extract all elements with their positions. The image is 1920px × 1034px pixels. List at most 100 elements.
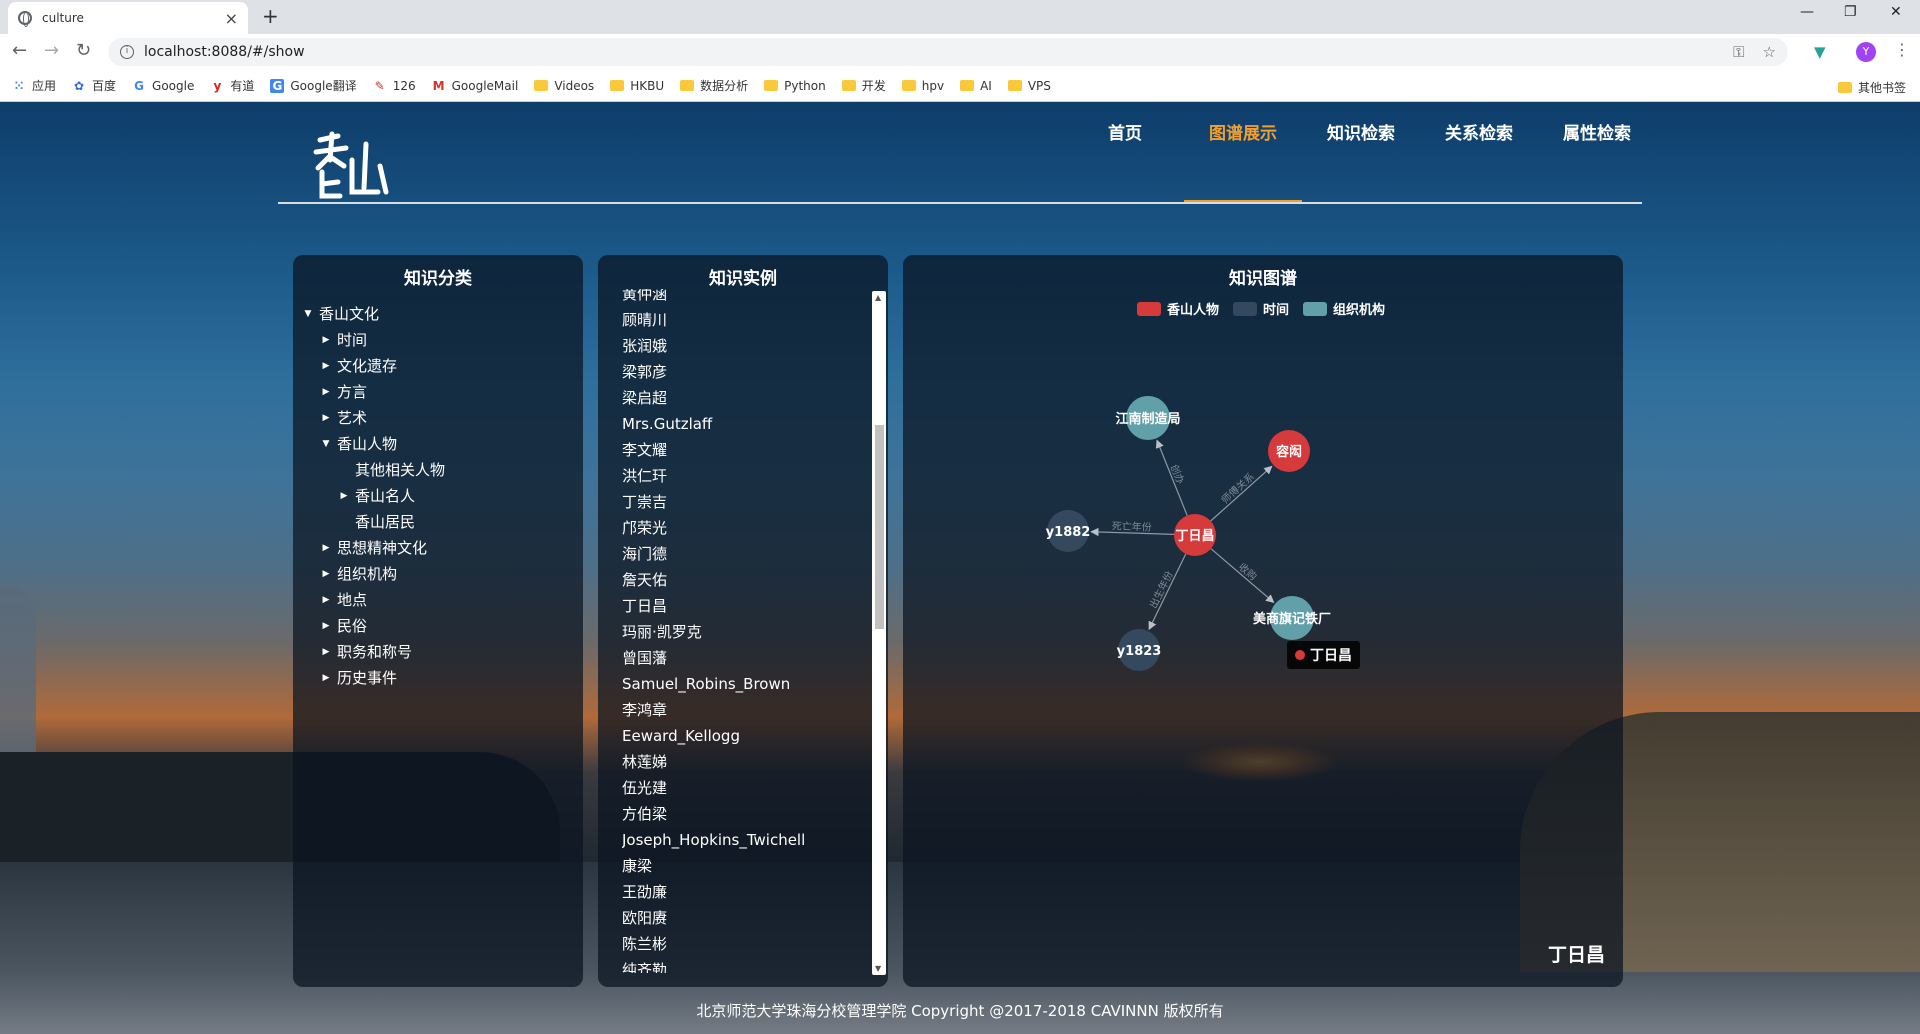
bookmark-videos[interactable]: Videos — [534, 79, 594, 93]
nav-attribute-search[interactable]: 属性检索 — [1538, 102, 1656, 204]
vue-devtools-icon[interactable]: ▼ — [1814, 43, 1826, 61]
reload-icon[interactable]: ↻ — [76, 40, 91, 61]
knowledge-graph[interactable]: 创办 师傅关系死亡年份出生年份 收购丁日昌江南制造局容闳y1882y1823美商旗记… — [903, 255, 1623, 987]
bookmark-hkbu[interactable]: HKBU — [610, 79, 664, 93]
bookmark-google[interactable]: G Google — [132, 79, 194, 93]
tree-item[interactable]: 香山居民 — [301, 509, 445, 535]
site-logo[interactable] — [312, 130, 392, 202]
instance-item[interactable]: 顾晴川 — [622, 307, 852, 333]
caret-right-icon[interactable]: ▶ — [319, 535, 333, 561]
instance-item[interactable]: 纯齐勒 — [622, 957, 852, 973]
tree-item[interactable]: ▶ 职务和称号 — [301, 639, 445, 665]
tree-item[interactable]: ▶ 民俗 — [301, 613, 445, 639]
tab-close-icon[interactable]: × — [225, 9, 238, 28]
instance-item[interactable]: 梁启超 — [622, 385, 852, 411]
instance-item[interactable]: 康梁 — [622, 853, 852, 879]
instance-item[interactable]: 李鸿章 — [622, 697, 852, 723]
instance-item[interactable]: 洪仁玕 — [622, 463, 852, 489]
tree-item[interactable]: ▼ 香山人物 — [301, 431, 445, 457]
bookmark-dev[interactable]: 开发 — [841, 77, 886, 94]
tree-item[interactable]: ▶ 历史事件 — [301, 665, 445, 691]
instance-item[interactable]: Mrs.Gutzlaff — [622, 411, 852, 437]
address-bar[interactable]: i localhost:8088/#/show ⚿ ☆ — [108, 38, 1788, 66]
bookmark-youdao[interactable]: y 有道 — [210, 77, 254, 94]
tree-item[interactable]: ▶ 香山名人 — [301, 483, 445, 509]
star-icon[interactable]: ☆ — [1763, 43, 1776, 61]
bookmark-other[interactable]: 其他书签 — [1837, 79, 1906, 96]
nav-knowledge-search[interactable]: 知识检索 — [1302, 102, 1420, 204]
tree-item[interactable]: ▶ 时间 — [301, 327, 445, 353]
instance-item[interactable]: 丁崇吉 — [622, 489, 852, 515]
instance-item[interactable]: 丁日昌 — [622, 593, 852, 619]
bookmark-hpv[interactable]: hpv — [901, 79, 944, 93]
caret-right-icon[interactable]: ▶ — [319, 327, 333, 353]
caret-right-icon[interactable]: ▶ — [319, 379, 333, 405]
instance-item[interactable]: 玛丽·凯罗克 — [622, 619, 852, 645]
tree-item[interactable]: ▶ 方言 — [301, 379, 445, 405]
caret-right-icon[interactable]: ▶ — [319, 405, 333, 431]
minimize-icon[interactable]: — — [1800, 4, 1814, 20]
tree-item[interactable]: ▶ 地点 — [301, 587, 445, 613]
instance-item[interactable]: 邝荣光 — [622, 515, 852, 541]
caret-right-icon[interactable]: ▶ — [319, 613, 333, 639]
instance-item[interactable]: 林莲娣 — [622, 749, 852, 775]
instance-item[interactable]: 梁郭彦 — [622, 359, 852, 385]
instance-item[interactable]: 陈兰彬 — [622, 931, 852, 957]
graph-edge[interactable] — [1210, 465, 1273, 522]
caret-right-icon[interactable]: ▶ — [337, 483, 351, 509]
instance-item[interactable]: Eeward_Kellogg — [622, 723, 852, 749]
caret-right-icon[interactable]: ▶ — [319, 353, 333, 379]
bookmark-data-analysis[interactable]: 数据分析 — [680, 77, 748, 94]
scroll-down-icon[interactable]: ▼ — [875, 964, 881, 973]
instance-item[interactable]: 詹天佑 — [622, 567, 852, 593]
caret-right-icon[interactable]: ▶ — [319, 639, 333, 665]
instance-item[interactable]: 方伯梁 — [622, 801, 852, 827]
bookmark-gmail[interactable]: M GoogleMail — [432, 79, 519, 93]
scroll-thumb[interactable] — [875, 425, 884, 629]
bookmark-python[interactable]: Python — [764, 79, 826, 93]
tree-item[interactable]: ▼ 香山文化 — [301, 301, 445, 327]
bookmark-vps[interactable]: VPS — [1007, 79, 1051, 93]
instance-item[interactable]: 张润娥 — [622, 333, 852, 359]
nav-graph-display[interactable]: 图谱展示 — [1184, 102, 1302, 202]
instance-item[interactable]: 李文耀 — [622, 437, 852, 463]
instance-item[interactable]: 伍光建 — [622, 775, 852, 801]
bookmark-google-translate[interactable]: G Google翻译 — [270, 77, 357, 94]
bookmark-apps[interactable]: ⁙ 应用 — [12, 77, 56, 94]
tree-item[interactable]: 其他相关人物 — [301, 457, 445, 483]
caret-right-icon[interactable]: ▶ — [319, 587, 333, 613]
key-icon[interactable]: ⚿ — [1733, 43, 1744, 61]
browser-tab[interactable]: culture × — [8, 2, 248, 34]
nav-home[interactable]: 首页 — [1066, 102, 1184, 204]
instance-item[interactable]: Joseph_Hopkins_Twichell — [622, 827, 852, 853]
caret-down-icon[interactable]: ▼ — [301, 301, 315, 327]
nav-relation-search[interactable]: 关系检索 — [1420, 102, 1538, 204]
scroll-up-icon[interactable]: ▲ — [875, 293, 881, 302]
instance-list[interactable]: 黄仲涵 顾晴川 张润娥 梁郭彦 梁启超 Mrs.Gutzlaff 李文耀 洪仁玕 丁崇吉 邝荣光海… — [622, 289, 852, 973]
bookmark-baidu[interactable]: ✿ 百度 — [72, 77, 116, 94]
tree-item[interactable]: ▶ 文化遗存 — [301, 353, 445, 379]
instance-scrollbar[interactable]: ▲ ▼ — [872, 291, 886, 975]
back-icon[interactable]: ← — [12, 40, 27, 61]
url-text[interactable]: localhost:8088/#/show — [144, 44, 305, 60]
restore-icon[interactable]: ❐ — [1844, 4, 1857, 20]
bookmark-126[interactable]: ✎ 126 — [373, 79, 416, 93]
instance-item[interactable]: Samuel_Robins_Brown — [622, 671, 852, 697]
instance-item[interactable]: 海门德 — [622, 541, 852, 567]
site-info-icon[interactable]: i — [120, 45, 134, 59]
window-close-icon[interactable]: ✕ — [1890, 4, 1902, 20]
caret-right-icon[interactable]: ▶ — [319, 561, 333, 587]
avatar[interactable]: Y — [1856, 42, 1876, 62]
menu-kebab-icon[interactable]: ⋮ — [1894, 40, 1910, 59]
caret-down-icon[interactable]: ▼ — [319, 431, 333, 457]
new-tab-icon[interactable]: + — [262, 4, 279, 28]
instance-item[interactable]: 黄仲涵 — [622, 289, 852, 307]
instance-item[interactable]: 曾国藩 — [622, 645, 852, 671]
bookmark-ai[interactable]: AI — [960, 79, 992, 93]
tree-item[interactable]: ▶ 艺术 — [301, 405, 445, 431]
instance-item[interactable]: 王劭廉 — [622, 879, 852, 905]
tree-item[interactable]: ▶ 组织机构 — [301, 561, 445, 587]
forward-icon[interactable]: → — [44, 40, 59, 61]
tree-item[interactable]: ▶ 思想精神文化 — [301, 535, 445, 561]
caret-right-icon[interactable]: ▶ — [319, 665, 333, 691]
